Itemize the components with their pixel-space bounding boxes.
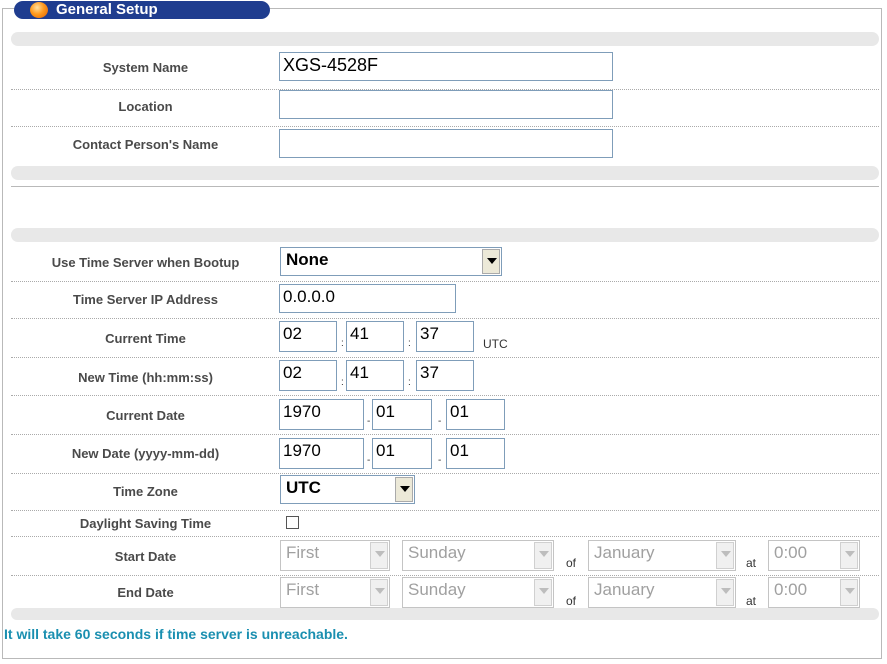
row-divider	[11, 395, 879, 396]
end-day-select[interactable]: Sunday	[402, 577, 554, 608]
end-month-select[interactable]: January	[588, 577, 736, 608]
time-server-select[interactable]: None	[280, 247, 502, 276]
time-zone-select[interactable]: UTC	[280, 475, 415, 504]
current-time-minute[interactable]: 41	[346, 321, 404, 352]
section-header: General Setup	[14, 1, 270, 19]
at-text: at	[746, 556, 757, 570]
current-date-label: Current Date	[106, 408, 185, 423]
new-time-hour[interactable]: 02	[279, 360, 337, 391]
row-divider	[11, 318, 879, 319]
contact-input[interactable]	[279, 129, 613, 158]
chevron-down-icon[interactable]	[370, 579, 388, 606]
time-unit: UTC	[483, 337, 508, 351]
time-server-select-value: None	[286, 250, 329, 269]
daylight-saving-label: Daylight Saving Time	[79, 516, 212, 531]
new-time-label: New Time (hh:mm:ss)	[78, 370, 213, 385]
row-divider	[11, 357, 879, 358]
new-date-month[interactable]: 01	[372, 438, 432, 469]
chevron-down-icon[interactable]	[534, 542, 552, 569]
dash: -	[438, 455, 442, 466]
start-month-value: January	[594, 543, 655, 562]
time-server-ip-label: Time Server IP Address	[72, 292, 218, 307]
end-time-value: 0:00	[774, 580, 808, 599]
time-server-note: It will take 60 seconds if time server i…	[4, 626, 348, 642]
use-time-server-label: Use Time Server when Bootup	[51, 255, 240, 270]
end-day-value: Sunday	[408, 580, 466, 599]
dash: -	[438, 416, 442, 427]
location-label: Location	[118, 99, 173, 114]
current-time-second[interactable]: 37	[416, 321, 474, 352]
row-divider	[11, 126, 879, 127]
new-date-day[interactable]: 01	[446, 438, 505, 469]
section-band-top	[11, 228, 879, 242]
time-zone-select-value: UTC	[286, 478, 321, 497]
current-date-day[interactable]: 01	[446, 399, 505, 430]
new-date-year[interactable]: 1970	[279, 438, 364, 469]
chevron-down-icon[interactable]	[840, 542, 858, 569]
start-week-value: First	[286, 543, 320, 562]
current-date-year[interactable]: 1970	[279, 399, 364, 430]
start-day-value: Sunday	[408, 543, 466, 562]
location-input[interactable]	[279, 90, 613, 119]
system-name-label: System Name	[102, 60, 189, 75]
row-divider	[11, 536, 879, 537]
section-band-bottom	[11, 608, 879, 620]
start-time-value: 0:00	[774, 543, 808, 562]
chevron-down-icon[interactable]	[395, 477, 413, 502]
end-month-value: January	[594, 580, 655, 599]
time-server-ip-input[interactable]: 0.0.0.0	[279, 284, 456, 313]
chevron-down-icon[interactable]	[840, 579, 858, 606]
section-band-bottom	[11, 166, 879, 180]
row-divider	[11, 434, 879, 435]
colon: :	[408, 338, 411, 349]
dash: -	[367, 416, 371, 427]
colon: :	[408, 377, 411, 388]
new-time-minute[interactable]: 41	[346, 360, 404, 391]
chevron-down-icon[interactable]	[716, 542, 734, 569]
colon: :	[341, 338, 344, 349]
start-day-select[interactable]: Sunday	[402, 540, 554, 571]
start-month-select[interactable]: January	[588, 540, 736, 571]
end-week-select[interactable]: First	[280, 577, 390, 608]
current-time-label: Current Time	[105, 331, 186, 346]
end-week-value: First	[286, 580, 320, 599]
contact-label: Contact Person's Name	[72, 137, 219, 152]
chevron-down-icon[interactable]	[370, 542, 388, 569]
row-divider	[11, 281, 879, 282]
at-text: at	[746, 594, 757, 608]
daylight-saving-checkbox[interactable]	[286, 516, 299, 529]
of-text: of	[566, 556, 577, 570]
end-time-select[interactable]: 0:00	[768, 577, 860, 608]
end-date-label: End Date	[117, 585, 174, 600]
start-time-select[interactable]: 0:00	[768, 540, 860, 571]
chevron-down-icon[interactable]	[482, 249, 500, 274]
orange-bullet-icon	[30, 2, 48, 18]
row-divider	[11, 510, 879, 511]
chevron-down-icon[interactable]	[534, 579, 552, 606]
row-divider	[11, 473, 879, 474]
colon: :	[341, 377, 344, 388]
section-title: General Setup	[56, 1, 158, 18]
dash: -	[367, 455, 371, 466]
section-band-top	[11, 32, 879, 46]
current-time-hour[interactable]: 02	[279, 321, 337, 352]
chevron-down-icon[interactable]	[716, 579, 734, 606]
of-text: of	[566, 594, 577, 608]
current-date-month[interactable]: 01	[372, 399, 432, 430]
row-divider	[11, 575, 879, 576]
section-divider	[11, 186, 879, 187]
time-zone-label: Time Zone	[113, 484, 178, 499]
start-week-select[interactable]: First	[280, 540, 390, 571]
new-time-second[interactable]: 37	[416, 360, 474, 391]
system-name-input[interactable]: XGS-4528F	[279, 52, 613, 81]
new-date-label: New Date (yyyy-mm-dd)	[71, 446, 220, 461]
start-date-label: Start Date	[114, 549, 177, 564]
